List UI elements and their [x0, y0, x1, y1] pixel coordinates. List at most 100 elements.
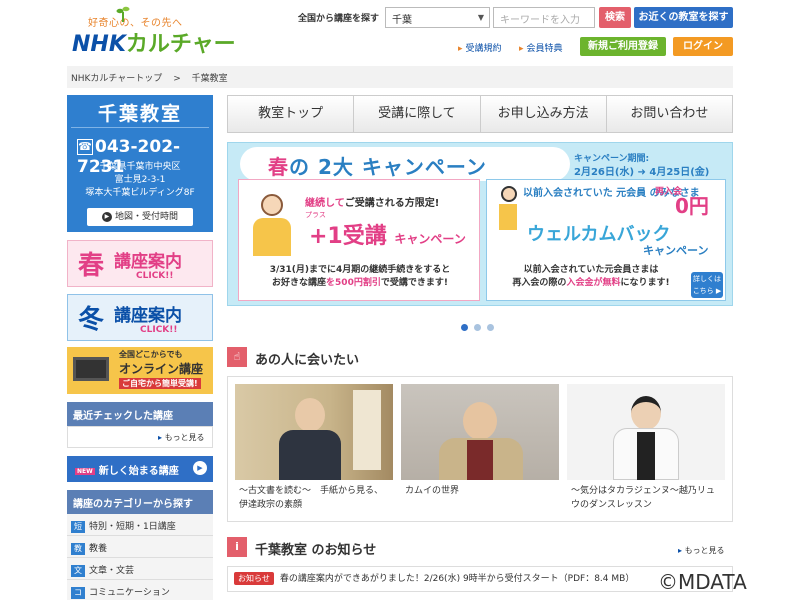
plus-one-note: 3/31(月)までに4月期の継続手続きをすると お好きな講座を500円割引で受講…: [247, 264, 473, 290]
breadcrumb-current: 千葉教室: [191, 74, 228, 84]
region-select-value: 千葉: [392, 15, 412, 26]
carousel-dot[interactable]: [474, 324, 481, 331]
keyword-input[interactable]: キーワードを入力: [493, 7, 595, 28]
nav-school-top[interactable]: 教室トップ: [228, 96, 355, 132]
category-item[interactable]: 教教養: [67, 536, 213, 558]
benefits-link[interactable]: ▸ 会員特典: [519, 41, 563, 54]
category-item[interactable]: 短特別・短期・1日講座: [67, 514, 213, 536]
new-courses-link[interactable]: NEW 新しく始まる講座 ▶: [67, 456, 213, 482]
people-carousel: ～古文書を読む～ 手紙から見る、伊達政宗の素顔 カムイの世界 ～気分はタカラジェ…: [227, 376, 733, 522]
breadcrumb-separator: >: [173, 74, 181, 84]
person-caption: ～古文書を読む～ 手紙から見る、伊達政宗の素顔: [239, 486, 384, 510]
plus-one-sub-text: ご受講される方限定!: [344, 198, 440, 209]
person-card[interactable]: カムイの世界: [401, 384, 559, 514]
pointing-hand-icon: ☝: [227, 347, 247, 367]
spring-click: CLICK!!: [136, 271, 174, 281]
region-select[interactable]: 千葉 ▼: [385, 7, 490, 28]
site-logo[interactable]: NHKカルチャー: [72, 26, 236, 58]
chevron-right-circle-icon: ▶: [193, 461, 207, 475]
winter-char: 冬: [78, 305, 105, 335]
spring-course-banner[interactable]: 春 講座案内 CLICK!!: [67, 240, 213, 287]
welcome-note: 以前入会されていた元会員さまは 再入会の際の入会金が無料になります!: [493, 264, 689, 290]
new-badge: NEW: [75, 468, 95, 475]
carousel-indicators: [461, 320, 500, 334]
online-line1: 全国どこからでも: [119, 350, 183, 359]
new-courses-label: 新しく始まる講座: [98, 466, 179, 477]
plus-one-subtitle: 継続してご受講される方限定!: [305, 194, 439, 209]
woman-phone-illustration: [247, 194, 297, 258]
welcome-back-campaign-panel: 以前入会されていた 元会員 のみなさま 再入会 0円 ウェルカムバック キャンペ…: [486, 179, 726, 301]
campaign-banner[interactable]: 春の 2大 キャンペーン キャンペーン期間: 2月26日(水) ➜ 4月25日(…: [227, 142, 733, 306]
watermark: ©MDATA: [658, 570, 747, 594]
winter-click: CLICK!!: [140, 325, 178, 335]
plus-one-big: +1受講: [309, 224, 387, 249]
campaign-detail-button[interactable]: 詳しくは こちら ▶: [691, 272, 723, 298]
play-icon: ▶: [101, 212, 112, 222]
arrow-right-icon: ▸: [458, 44, 463, 54]
welcome-note-2a: 再入会の際の: [512, 278, 567, 288]
info-icon: i: [227, 537, 247, 557]
winter-course-banner[interactable]: 冬 講座案内 CLICK!!: [67, 294, 213, 341]
login-button[interactable]: ログイン: [673, 37, 733, 56]
phone-icon: ☎: [77, 139, 93, 155]
welcome-price: 0円: [675, 194, 709, 218]
notice-more-link[interactable]: ▸ もっと見る: [678, 545, 725, 556]
nav-attending[interactable]: 受講に際して: [354, 96, 481, 132]
recent-more-link[interactable]: ▸ もっと見る: [158, 432, 205, 443]
address-line-2: 富士見2-3-1: [114, 175, 166, 185]
carousel-dot[interactable]: [461, 324, 468, 331]
arrow-right-icon: ▸: [519, 44, 524, 54]
category-icon: 教: [71, 542, 85, 555]
plus-one-note-2: お好きな講座を500円割引で受講できます!: [247, 277, 473, 290]
online-line3: ご自宅から簡単受講!: [119, 378, 201, 389]
recent-courses-heading: 最近チェックした講座: [67, 402, 213, 426]
person-card[interactable]: ～古文書を読む～ 手紙から見る、伊達政宗の素顔: [235, 384, 393, 514]
person-card[interactable]: ～気分はタカラジェンヌ～越乃リュウのダンスレッスン: [567, 384, 725, 514]
nav-apply[interactable]: お申し込み方法: [481, 96, 607, 132]
runner-illustration: [493, 186, 523, 246]
plus-one-note-2a: お好きな講座: [272, 278, 327, 288]
map-button-label: 地図・受付時間: [114, 212, 178, 222]
detail-button-line2: こちら ▶: [692, 287, 722, 295]
chevron-down-icon: ▼: [477, 13, 484, 22]
divider: [71, 127, 209, 128]
spring-char: 春: [78, 251, 105, 281]
category-heading: 講座のカテゴリーから探す: [67, 490, 213, 514]
person-caption: ～気分はタカラジェンヌ～越乃リュウのダンスレッスン: [571, 486, 715, 510]
benefits-link-label: 会員特典: [526, 44, 563, 54]
online-line2: オンライン講座: [119, 362, 204, 376]
campaign-period: 2月26日(水) ➜ 4月25日(金): [574, 167, 710, 178]
school-name: 千葉教室: [97, 103, 182, 125]
campaign-title-haru: 春: [268, 155, 289, 179]
campaign-title: 春の 2大 キャンペーン: [268, 151, 487, 180]
plus-one-note-1: 3/31(月)までに4月期の継続手続きをすると: [269, 265, 451, 275]
recent-courses-box: ▸ もっと見る: [67, 426, 213, 448]
people-section-title: あの人に会いたい: [255, 353, 360, 368]
carousel-dot[interactable]: [487, 324, 494, 331]
breadcrumb-home[interactable]: NHKカルチャートップ: [71, 74, 162, 84]
map-button[interactable]: ▶ 地図・受付時間: [87, 208, 193, 226]
address-line-1: 千葉県千葉市中央区: [99, 162, 181, 172]
chevron-right-icon: ▸: [158, 433, 163, 442]
plus-one-campaign-panel: 継続してご受講される方限定! プラス +1受講 キャンペーン 3/31(月)まで…: [238, 179, 480, 301]
register-button[interactable]: 新規ご利用登録: [580, 37, 666, 56]
plus-one-title: +1受講 キャンペーン: [309, 218, 466, 250]
sprout-icon: [116, 6, 130, 22]
category-item[interactable]: ココミュニケーション: [67, 580, 213, 600]
nearby-school-button[interactable]: お近くの教室を探す: [634, 7, 733, 28]
school-address: 千葉県千葉市中央区 富士見2-3-1 塚本大千葉ビルディング8F: [67, 161, 213, 200]
category-item[interactable]: 文文章・文芸: [67, 558, 213, 580]
category-label: 文章・文芸: [89, 566, 135, 576]
notice-more-label: もっと見る: [684, 546, 725, 555]
laptop-icon: [73, 357, 109, 381]
person-caption: カムイの世界: [405, 486, 460, 496]
search-button[interactable]: 検索: [599, 7, 631, 28]
main-nav: 教室トップ 受講に際して お申し込み方法 お問い合わせ: [227, 95, 733, 133]
plus-one-big-small: キャンペーン: [394, 232, 466, 246]
terms-link-label: 受講規約: [465, 44, 502, 54]
nav-contact[interactable]: お問い合わせ: [607, 96, 732, 132]
category-icon: コ: [71, 586, 85, 599]
terms-link[interactable]: ▸ 受講規約: [458, 41, 502, 54]
online-course-banner[interactable]: 全国どこからでも オンライン講座 ご自宅から簡単受講!: [67, 347, 213, 394]
welcome-campaign-label: キャンペーン: [643, 244, 709, 257]
